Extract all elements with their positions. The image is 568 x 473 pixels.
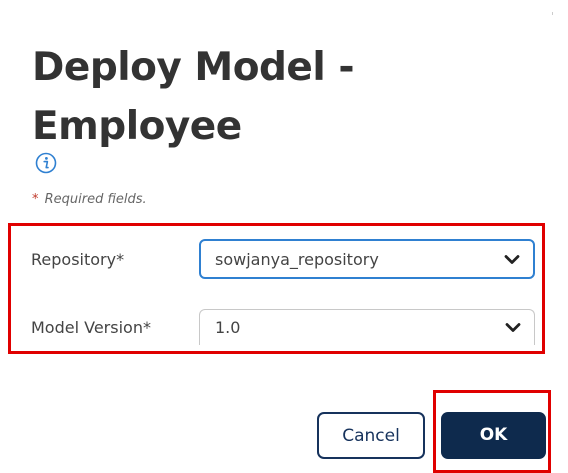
ok-highlight-box	[433, 390, 551, 473]
edge-mark	[552, 12, 553, 15]
dialog-title: Deploy Model - Employee	[32, 45, 355, 149]
cancel-button[interactable]: Cancel	[317, 412, 425, 459]
form-highlight-box	[8, 223, 545, 354]
required-fields-note: * Required fields.	[32, 192, 147, 207]
deploy-model-dialog: Deploy Model - Employee * Required field…	[0, 0, 568, 473]
required-star: *	[32, 192, 39, 207]
info-icon[interactable]	[35, 152, 57, 174]
required-note-text: Required fields.	[44, 192, 147, 207]
